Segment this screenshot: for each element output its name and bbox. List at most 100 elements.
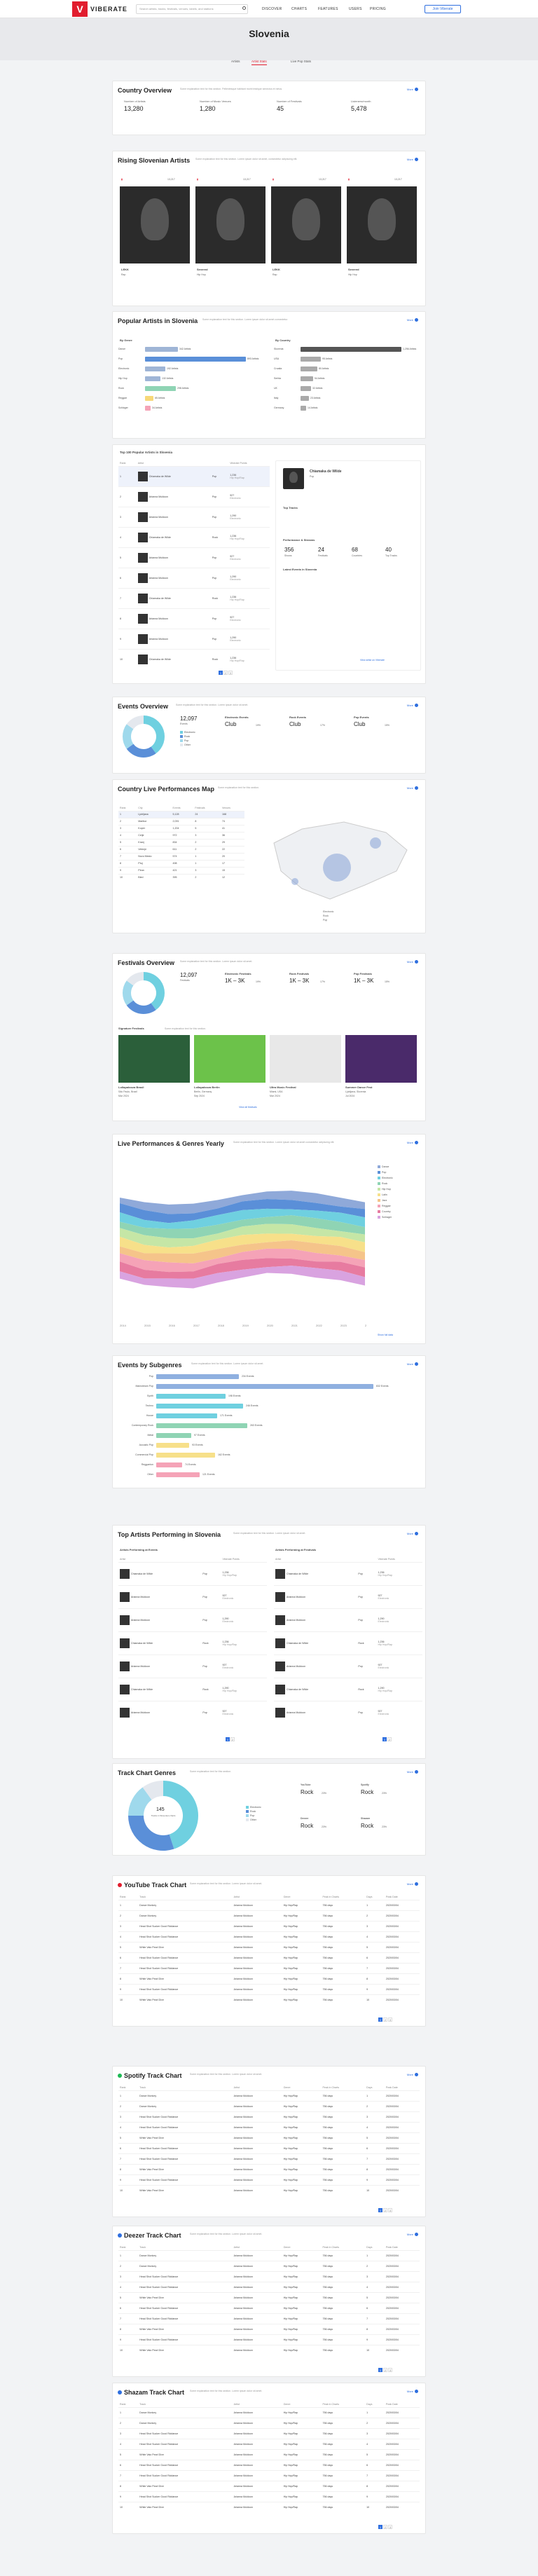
page-1[interactable]: 1 <box>226 1737 230 1741</box>
artist-cell[interactable]: Arianna Muldoon <box>232 2448 282 2460</box>
tab-artist-stats[interactable]: Artist Stats <box>251 58 267 65</box>
track-cell[interactable]: Dance Monkey <box>138 1910 233 1921</box>
artist-cell[interactable]: Arianna Muldoon <box>232 2090 282 2101</box>
pagination[interactable]: 123 <box>378 2368 392 2372</box>
page-2[interactable]: 2 <box>383 2017 387 2022</box>
table-row[interactable]: 6 Velenje 611 2 22 <box>118 845 244 853</box>
table-row[interactable]: 5 White Valo Pearl Dive Arianna Muldoon Hip… <box>118 1941 420 1952</box>
track-cell[interactable]: White Valo Pearl Dive <box>138 2163 233 2174</box>
page-3[interactable]: 3 <box>388 2368 392 2372</box>
tab-artists[interactable]: Artists <box>231 58 240 64</box>
table-row[interactable]: 1 Ljubljana 5,128 24 168 <box>118 810 244 818</box>
table-row[interactable]: 10 Chiamaka de Wilde Rock 1,236 Hip Hop/Rap <box>118 648 270 669</box>
artist-name[interactable]: LEKK <box>273 268 280 271</box>
page-3[interactable]: 3 <box>388 2208 392 2212</box>
track-cell[interactable]: White Valo Pearl Dive <box>138 2132 233 2143</box>
more-link[interactable]: More <box>407 2390 418 2393</box>
more-link[interactable]: More <box>407 1882 418 1886</box>
page-1[interactable]: 1 <box>382 1737 387 1741</box>
track-cell[interactable]: Head Shot Sucker Good Riddance <box>138 1952 233 1963</box>
table-row[interactable]: 2 Dance Monkey Arianna Muldoon Hip Hop/Rap 7… <box>118 2260 420 2271</box>
track-cell[interactable]: Head Shot Sucker Good Riddance <box>138 2302 233 2313</box>
table-row[interactable]: 5 White Valo Pearl Dive Arianna Muldoon Hip… <box>118 2132 420 2143</box>
artist-cell[interactable]: Arianna Muldoon <box>232 1941 282 1952</box>
artist-cell[interactable]: Arianna Muldoon <box>232 1899 282 1910</box>
festival-image[interactable] <box>118 1035 190 1083</box>
table-row[interactable]: Arianna Muldoon Pop 1,290 Electronic <box>274 1608 422 1631</box>
table-row[interactable]: 10 White Valo Pearl Dive Arianna Muldoon Hi… <box>118 2501 420 2512</box>
track-cell[interactable]: Head Shot Sucker Good Riddance <box>138 2313 233 2324</box>
table-row[interactable]: 4 Head Shot Sucker Good Riddance Arianna M… <box>118 2121 420 2132</box>
page-1[interactable]: 1 <box>378 2208 382 2212</box>
table-row[interactable]: 7 Head Shot Sucker Good Riddance Arianna M… <box>118 2313 420 2324</box>
artist-cell[interactable]: Arianna Muldoon <box>232 2121 282 2132</box>
table-row[interactable]: 9 Head Shot Sucker Good Riddance Arianna M… <box>118 2174 420 2185</box>
artist-cell[interactable]: Arianna Muldoon <box>232 1910 282 1921</box>
more-link[interactable]: More <box>407 2233 418 2236</box>
table-row[interactable]: 9 Piran 421 3 15 <box>118 866 244 874</box>
nav-features[interactable]: FEATURES <box>318 7 338 11</box>
artist-cell[interactable]: Arianna Muldoon <box>232 2501 282 2512</box>
track-cell[interactable]: Head Shot Sucker Good Riddance <box>138 1920 233 1931</box>
table-row[interactable]: 8 White Valo Pearl Dive Arianna Muldoon Hip… <box>118 2323 420 2334</box>
artist-name[interactable]: Severed <box>197 268 208 271</box>
rising-artist-card[interactable]: ▮ 13,217 LEKK Rap <box>120 178 190 290</box>
track-cell[interactable]: Head Shot Sucker Good Riddance <box>138 2121 233 2132</box>
track-cell[interactable]: Head Shot Sucker Good Riddance <box>138 1983 233 1994</box>
table-row[interactable]: 10 Bled 395 2 12 <box>118 873 244 881</box>
artist-cell[interactable]: Arianna Muldoon <box>232 2459 282 2470</box>
artist-name[interactable]: Arianna Muldoon <box>287 1618 305 1621</box>
page-2[interactable]: 2 <box>230 1737 235 1741</box>
artist-name[interactable]: Arianna Muldoon <box>131 1595 150 1598</box>
table-row[interactable]: Arianna Muldoon Pop 927 Electronic <box>274 1654 422 1678</box>
table-row[interactable]: Chiamaka de Wilde Pop 1,236 Hip Hop/Rap <box>274 1561 422 1585</box>
artist-name[interactable]: Arianna Muldoon <box>149 515 168 518</box>
table-row[interactable]: 5 White Valo Pearl Dive Arianna Muldoon Hip… <box>118 2448 420 2460</box>
track-cell[interactable]: Dance Monkey <box>138 2090 233 2101</box>
more-link[interactable]: More <box>407 786 418 790</box>
artist-cell[interactable]: Arianna Muldoon <box>232 2281 282 2292</box>
track-cell[interactable]: White Valo Pearl Dive <box>138 2184 233 2195</box>
track-cell[interactable]: Head Shot Sucker Good Riddance <box>138 1962 233 1973</box>
table-row[interactable]: 7 Head Shot Sucker Good Riddance Arianna M… <box>118 2469 420 2481</box>
search-icon[interactable] <box>242 6 246 10</box>
view-artist-link[interactable]: View artist on Viberate <box>360 659 385 662</box>
artist-name[interactable]: Arianna Muldoon <box>149 576 168 579</box>
view-all-festivals-link[interactable]: View all festivals <box>239 1106 257 1109</box>
track-cell[interactable]: Head Shot Sucker Good Riddance <box>138 2334 233 2345</box>
track-cell[interactable]: Head Shot Sucker Good Riddance <box>138 2427 233 2439</box>
artist-name[interactable]: Chiamaka de Wilde <box>287 1641 308 1644</box>
track-cell[interactable]: White Valo Pearl Dive <box>138 2448 233 2460</box>
rising-artist-card[interactable]: ▮ 13,217 Severed Hip Hop <box>347 178 417 290</box>
artist-cell[interactable]: Arianna Muldoon <box>232 1994 282 2005</box>
table-row[interactable]: 8 White Valo Pearl Dive Arianna Muldoon Hip… <box>118 2480 420 2491</box>
more-link[interactable]: More <box>407 1532 418 1535</box>
page-1[interactable]: 1 <box>378 2525 382 2529</box>
festival-image[interactable] <box>270 1035 341 1083</box>
pagination[interactable]: 123 <box>378 2525 392 2529</box>
artist-cell[interactable]: Arianna Muldoon <box>232 2249 282 2261</box>
nav-users[interactable]: USERS <box>349 7 362 11</box>
track-cell[interactable]: White Valo Pearl Dive <box>138 1973 233 1984</box>
artist-cell[interactable]: Arianna Muldoon <box>232 1962 282 1973</box>
artist-name[interactable]: Arianna Muldoon <box>287 1664 305 1667</box>
table-row[interactable]: 5 Arianna Muldoon Pop 927 Electronic <box>118 547 270 568</box>
artist-cell[interactable]: Arianna Muldoon <box>232 2142 282 2153</box>
show-full-data-link[interactable]: Show full data <box>378 1334 393 1336</box>
artist-cell[interactable]: Arianna Muldoon <box>232 2153 282 2164</box>
nav-charts[interactable]: CHARTS <box>291 7 307 11</box>
table-row[interactable]: 1 Dance Monkey Arianna Muldoon Hip Hop/Rap 7… <box>118 1899 420 1910</box>
track-cell[interactable]: White Valo Pearl Dive <box>138 2323 233 2334</box>
more-link[interactable]: More <box>407 88 418 91</box>
artist-cell[interactable]: Arianna Muldoon <box>232 1952 282 1963</box>
rising-artist-card[interactable]: ▮ 13,217 LEKK Rap <box>271 178 341 290</box>
tab-live-pop-stats[interactable]: Live Pop Stats <box>291 58 311 64</box>
table-row[interactable]: 5 Kranj 834 2 29 <box>118 838 244 846</box>
table-row[interactable]: 7 Head Shot Sucker Good Riddance Arianna M… <box>118 2153 420 2164</box>
table-row[interactable]: Chiamaka de Wilde Rock 1,236 Hip Hop/Rap <box>118 1631 267 1654</box>
track-cell[interactable]: Head Shot Sucker Good Riddance <box>138 2281 233 2292</box>
track-cell[interactable]: Head Shot Sucker Good Riddance <box>138 2153 233 2164</box>
artist-name[interactable]: Arianna Muldoon <box>149 556 168 559</box>
more-link[interactable]: More <box>407 2073 418 2076</box>
table-row[interactable]: Arianna Muldoon Pop 927 Electronic <box>274 1700 422 1724</box>
